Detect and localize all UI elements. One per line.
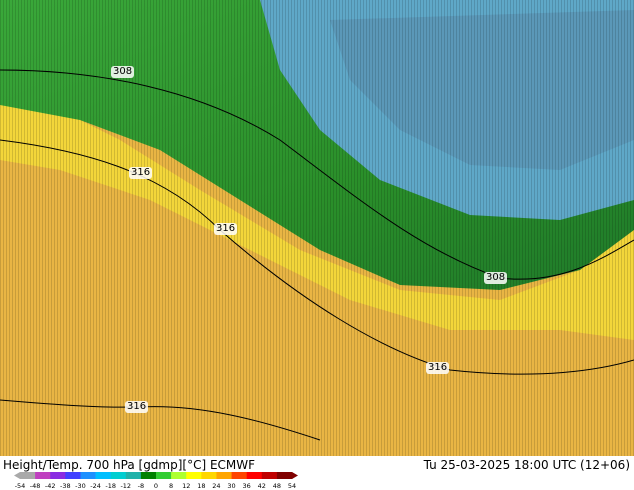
colorbar-tick-label: 18 bbox=[197, 482, 205, 490]
colorbar-swatch bbox=[140, 472, 157, 479]
colorbar-tick-label: -18 bbox=[105, 482, 116, 490]
colorbar-tick-label: 54 bbox=[288, 482, 296, 490]
colorbar-tick-label: 30 bbox=[227, 482, 235, 490]
colorbar-tick-label: 8 bbox=[169, 482, 173, 490]
colorbar-arrow-right bbox=[292, 472, 298, 479]
colorbar-swatch bbox=[50, 472, 66, 479]
colorbar-tick-label: 24 bbox=[212, 482, 220, 490]
temperature-map bbox=[0, 0, 634, 456]
colorbar-swatch bbox=[35, 472, 51, 479]
map-footer: Height/Temp. 700 hPa [gdmp][°C] ECMWF Tu… bbox=[0, 456, 634, 490]
color-scale: -54 -48 -42 -38 -30 -24 -18 -12 -8 0 8 12 18 24 30 36 42… bbox=[14, 472, 298, 490]
valid-time: Tu 25-03-2025 18:00 UTC (12+06) bbox=[423, 458, 630, 472]
colorbar-tick-label: 12 bbox=[182, 482, 190, 490]
contour-label-316-east: 316 bbox=[426, 362, 450, 374]
colorbar-swatch bbox=[171, 472, 187, 479]
colorbar-swatch bbox=[246, 472, 263, 479]
contour-label-316-south: 316 bbox=[125, 401, 149, 413]
colorbar-tick-label: -8 bbox=[138, 482, 144, 490]
colorbar-tick-label: -54 bbox=[15, 482, 26, 490]
contour-label-308-west: 308 bbox=[111, 66, 135, 78]
colorbar-swatch bbox=[95, 472, 111, 479]
colorbar-swatch bbox=[80, 472, 96, 479]
colorbar-tick-label: 48 bbox=[273, 482, 281, 490]
colorbar-swatch bbox=[65, 472, 81, 479]
colorbar-swatch bbox=[186, 472, 202, 479]
map-title: Height/Temp. 700 hPa [gdmp][°C] ECMWF bbox=[3, 458, 256, 472]
colorbar-tick-label: -42 bbox=[45, 482, 56, 490]
colorbar-tick-label: -24 bbox=[90, 482, 101, 490]
colorbar-swatch bbox=[125, 472, 142, 479]
contour-label-308-east: 308 bbox=[484, 272, 508, 284]
hatch-overlay bbox=[0, 0, 634, 456]
colorbar-swatch bbox=[261, 472, 278, 479]
colorbar-swatch bbox=[156, 472, 172, 479]
colorbar-tick-label: 0 bbox=[154, 482, 158, 490]
colorbar-tick-label: 42 bbox=[258, 482, 266, 490]
colorbar-tick-label: 36 bbox=[243, 482, 251, 490]
colorbar-tick-label: -38 bbox=[60, 482, 71, 490]
colorbar-arrow-left bbox=[14, 472, 20, 479]
colorbar-tick-label: -30 bbox=[75, 482, 86, 490]
colorbar-swatch bbox=[276, 472, 293, 479]
colorbar-tick-label: -48 bbox=[30, 482, 41, 490]
colorbar-swatch bbox=[216, 472, 232, 479]
colorbar-tick-label: -12 bbox=[120, 482, 131, 490]
contour-label-316-center: 316 bbox=[214, 223, 238, 235]
contour-label-316-northwest: 316 bbox=[129, 167, 153, 179]
colorbar-swatch bbox=[231, 472, 247, 479]
colorbar-swatch bbox=[201, 472, 217, 479]
colorbar-swatch bbox=[110, 472, 127, 479]
colorbar-swatch bbox=[20, 472, 36, 479]
